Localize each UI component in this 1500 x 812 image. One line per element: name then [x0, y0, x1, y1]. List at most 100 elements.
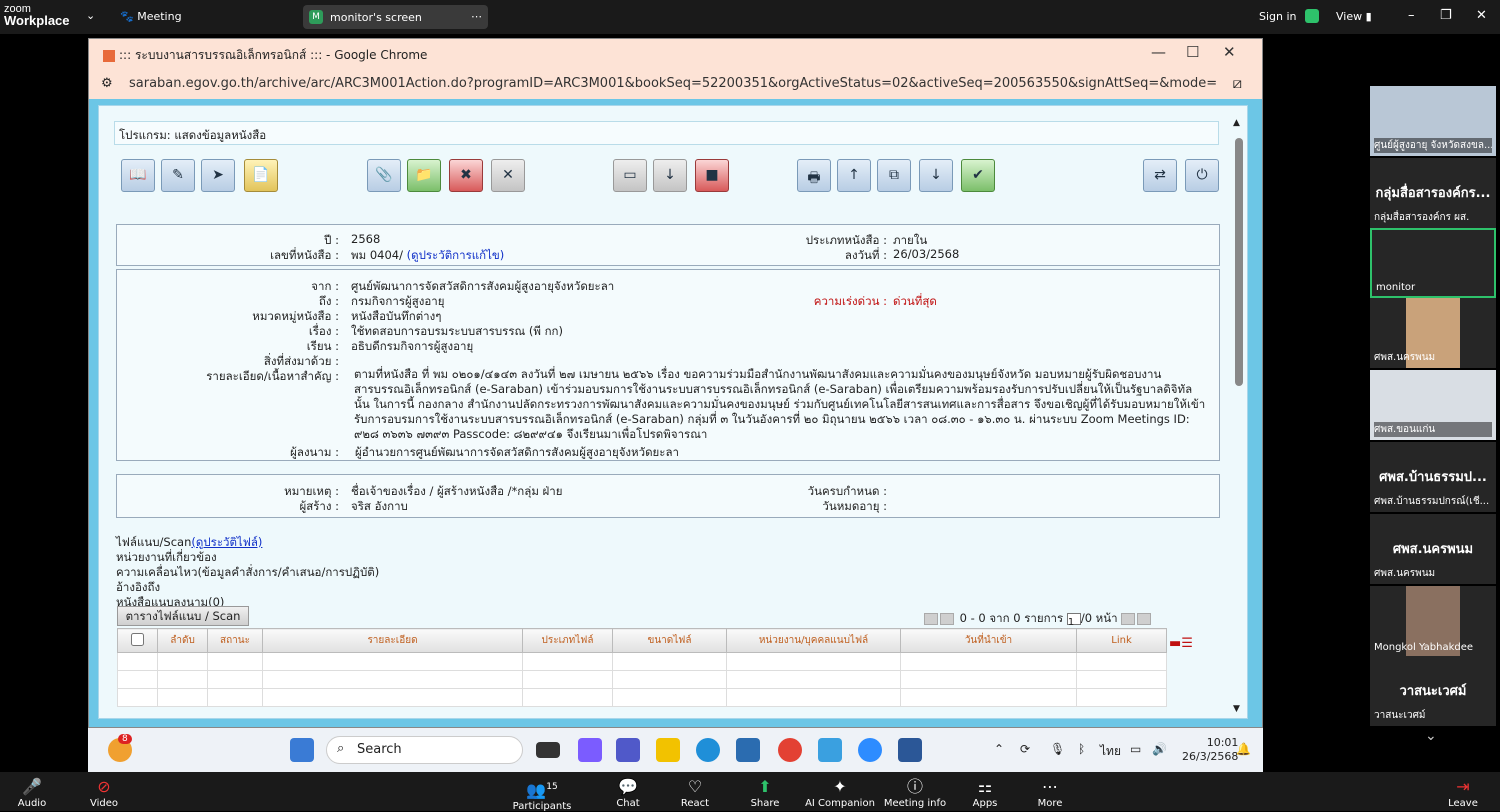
- scrollbar[interactable]: ▲ ▼: [1233, 118, 1245, 714]
- cancel-doc-button[interactable]: ✖: [449, 159, 483, 192]
- photos-icon[interactable]: [818, 738, 842, 762]
- scroll-down-icon[interactable]: ⌄: [1425, 728, 1437, 744]
- column-config-icon[interactable]: ▬☰: [1169, 636, 1193, 651]
- approve-button[interactable]: ✔: [961, 159, 995, 192]
- transfer-button[interactable]: ⇄: [1143, 159, 1177, 192]
- minimize-icon[interactable]: –: [1408, 8, 1415, 23]
- meeting-info-button[interactable]: ⓘ Meeting info: [875, 776, 955, 809]
- file-history-link[interactable]: (ดูประวัติไฟล์): [191, 535, 262, 549]
- power-button[interactable]: ⏻: [1185, 159, 1219, 192]
- close-icon[interactable]: ✕: [1223, 43, 1236, 61]
- col-filesize[interactable]: ขนาดไฟล์: [612, 628, 727, 653]
- participant-tile[interactable]: ศพส.นครพนม: [1370, 298, 1496, 368]
- chrome-icon[interactable]: [778, 738, 802, 762]
- participant-tile[interactable]: ศพส.ขอนแก่น: [1370, 370, 1496, 440]
- share-button[interactable]: ⬆ Share: [725, 776, 805, 809]
- participant-tile[interactable]: ศพส.นครพนม ศพส.นครพนม: [1370, 514, 1496, 584]
- store-icon[interactable]: [736, 738, 760, 762]
- audio-button[interactable]: 🎤 Audio: [0, 776, 72, 809]
- participant-tile[interactable]: ศพส.บ้านธรรมป... ศพส.บ้านธรรมปกรณ์(เชี...: [1370, 442, 1496, 512]
- doc-export-button[interactable]: 📄: [244, 159, 278, 192]
- zoom-icon[interactable]: [858, 738, 882, 762]
- edit-button[interactable]: ✎: [161, 159, 195, 192]
- attach-button[interactable]: 📎: [367, 159, 401, 192]
- ai-companion-button[interactable]: ✦ AI Companion: [800, 776, 880, 809]
- col-owner[interactable]: หน่วยงาน/บุคคลแนบไฟล์: [726, 628, 901, 653]
- shield-icon: [1305, 9, 1319, 23]
- word-icon[interactable]: [898, 738, 922, 762]
- taskbar-search[interactable]: ⌕ Search: [326, 736, 523, 764]
- copy-button[interactable]: ⧉: [877, 159, 911, 192]
- first-page-button[interactable]: [924, 612, 938, 625]
- chevron-down-icon[interactable]: ⌄: [86, 9, 95, 22]
- send-button[interactable]: ➤: [201, 159, 235, 192]
- col-order[interactable]: ลำดับ: [157, 628, 208, 653]
- participant-tile[interactable]: วาสนะเวศม์ วาสนะเวศม์: [1370, 656, 1496, 726]
- react-button[interactable]: ♡ React: [655, 776, 735, 809]
- copilot-icon[interactable]: [578, 738, 602, 762]
- address-bar[interactable]: ⚙ saraban.egov.go.th/archive/arc/ARC3M00…: [89, 69, 1262, 101]
- prev-page-button[interactable]: [940, 612, 954, 625]
- col-link[interactable]: Link: [1076, 628, 1167, 653]
- participant-tile[interactable]: Mongkol Yabhakdee: [1370, 586, 1496, 656]
- notification-icon[interactable]: 🔔: [1236, 742, 1251, 756]
- more-button[interactable]: ⋯ More: [1010, 776, 1090, 809]
- history-link[interactable]: (ดูประวัติการแก้ไข): [407, 248, 505, 262]
- folder-button[interactable]: 📁: [407, 159, 441, 192]
- detail-value: ตามที่หนังสือ ที่ พม ๐๒๐๑/๔๑๔๓ ลงวันที่ …: [354, 367, 1206, 441]
- video-button[interactable]: ⊘ Video: [64, 776, 144, 809]
- start-icon[interactable]: [290, 738, 314, 762]
- maximize-icon[interactable]: ☐: [1186, 43, 1199, 61]
- attachment-tab[interactable]: ตารางไฟล์แนบ / Scan: [117, 606, 249, 626]
- chrome-window: ::: ระบบงานสารบรรณอิเล็กทรอนิกส์ ::: - G…: [88, 38, 1263, 728]
- col-status[interactable]: สถานะ: [207, 628, 263, 653]
- edge-icon[interactable]: [696, 738, 720, 762]
- upload-button[interactable]: ↑: [837, 159, 871, 192]
- col-import-date[interactable]: วันที่นำเข้า: [900, 628, 1077, 653]
- network-icon[interactable]: ▭: [1130, 742, 1141, 756]
- volume-icon[interactable]: 🔊: [1152, 742, 1167, 756]
- task-view-icon[interactable]: [536, 742, 560, 758]
- stop-button[interactable]: ■: [695, 159, 729, 192]
- leave-button[interactable]: ⇥ Leave: [1423, 776, 1500, 809]
- open-book-button[interactable]: 📖: [121, 159, 155, 192]
- url-text[interactable]: saraban.egov.go.th/archive/arc/ARC3M001A…: [129, 76, 1217, 91]
- site-info-icon[interactable]: ⚙: [101, 76, 113, 91]
- mic-icon[interactable]: 🎙: [1050, 742, 1065, 756]
- page-input[interactable]: 1: [1066, 612, 1081, 628]
- participant-tile[interactable]: กลุ่มสื่อสารองค์กร... กลุ่มสื่อสารองค์กร …: [1370, 158, 1496, 228]
- col-filetype[interactable]: ประเภทไฟล์: [522, 628, 613, 653]
- close-icon[interactable]: ✕: [1476, 8, 1487, 23]
- pager-total: /0 หน้า: [1080, 611, 1118, 625]
- signer-value: ผู้อำนวยการศูนย์พัฒนาการจัดสวัสดิการสังค…: [355, 445, 679, 459]
- download-button[interactable]: ↓: [919, 159, 953, 192]
- minimize-icon[interactable]: —: [1151, 43, 1166, 61]
- disabled-copy-button: ▭: [613, 159, 647, 192]
- tray-chevron-icon[interactable]: ⌃: [994, 742, 1004, 756]
- more-icon[interactable]: ⋯: [471, 10, 482, 23]
- file-explorer-icon[interactable]: [656, 738, 680, 762]
- participants-button[interactable]: 👥15 Participants: [502, 776, 582, 812]
- print-button[interactable]: 🖶: [797, 159, 831, 192]
- urgency-value: ด่วนที่สุด: [893, 294, 937, 308]
- participant-tile[interactable]: ศูนย์ผู้สูงอายุ จังหวัดสงขล...: [1370, 86, 1496, 156]
- sign-in-link[interactable]: Sign in: [1259, 10, 1297, 23]
- next-page-button[interactable]: [1121, 612, 1136, 625]
- bluetooth-icon[interactable]: ᛒ: [1078, 742, 1085, 756]
- col-detail[interactable]: รายละเอียด: [262, 628, 523, 653]
- language-indicator[interactable]: ไทย: [1100, 742, 1121, 761]
- participant-tile-active[interactable]: monitor: [1370, 228, 1496, 298]
- zoom-toolbar: 🎤 Audio ⊘ Video 👥15 Participants 💬 Chat ♡ Rea…: [0, 772, 1500, 812]
- screen-share-tab[interactable]: M monitor's screen ⋯: [303, 5, 488, 29]
- view-button[interactable]: View ▮: [1336, 10, 1372, 23]
- sync-icon[interactable]: ⟳: [1020, 742, 1030, 756]
- teams-icon[interactable]: [616, 738, 640, 762]
- maximize-icon[interactable]: ❐: [1440, 8, 1452, 23]
- meeting-label[interactable]: 🐾 Meeting: [120, 10, 182, 23]
- cast-icon[interactable]: ⧄: [1232, 74, 1242, 92]
- share-tab-label: monitor's screen: [330, 11, 422, 24]
- last-page-button[interactable]: [1137, 612, 1152, 625]
- clock[interactable]: 10:01 26/3/2568: [1182, 736, 1238, 764]
- table-row: [117, 670, 1167, 689]
- select-all-checkbox[interactable]: [117, 628, 158, 653]
